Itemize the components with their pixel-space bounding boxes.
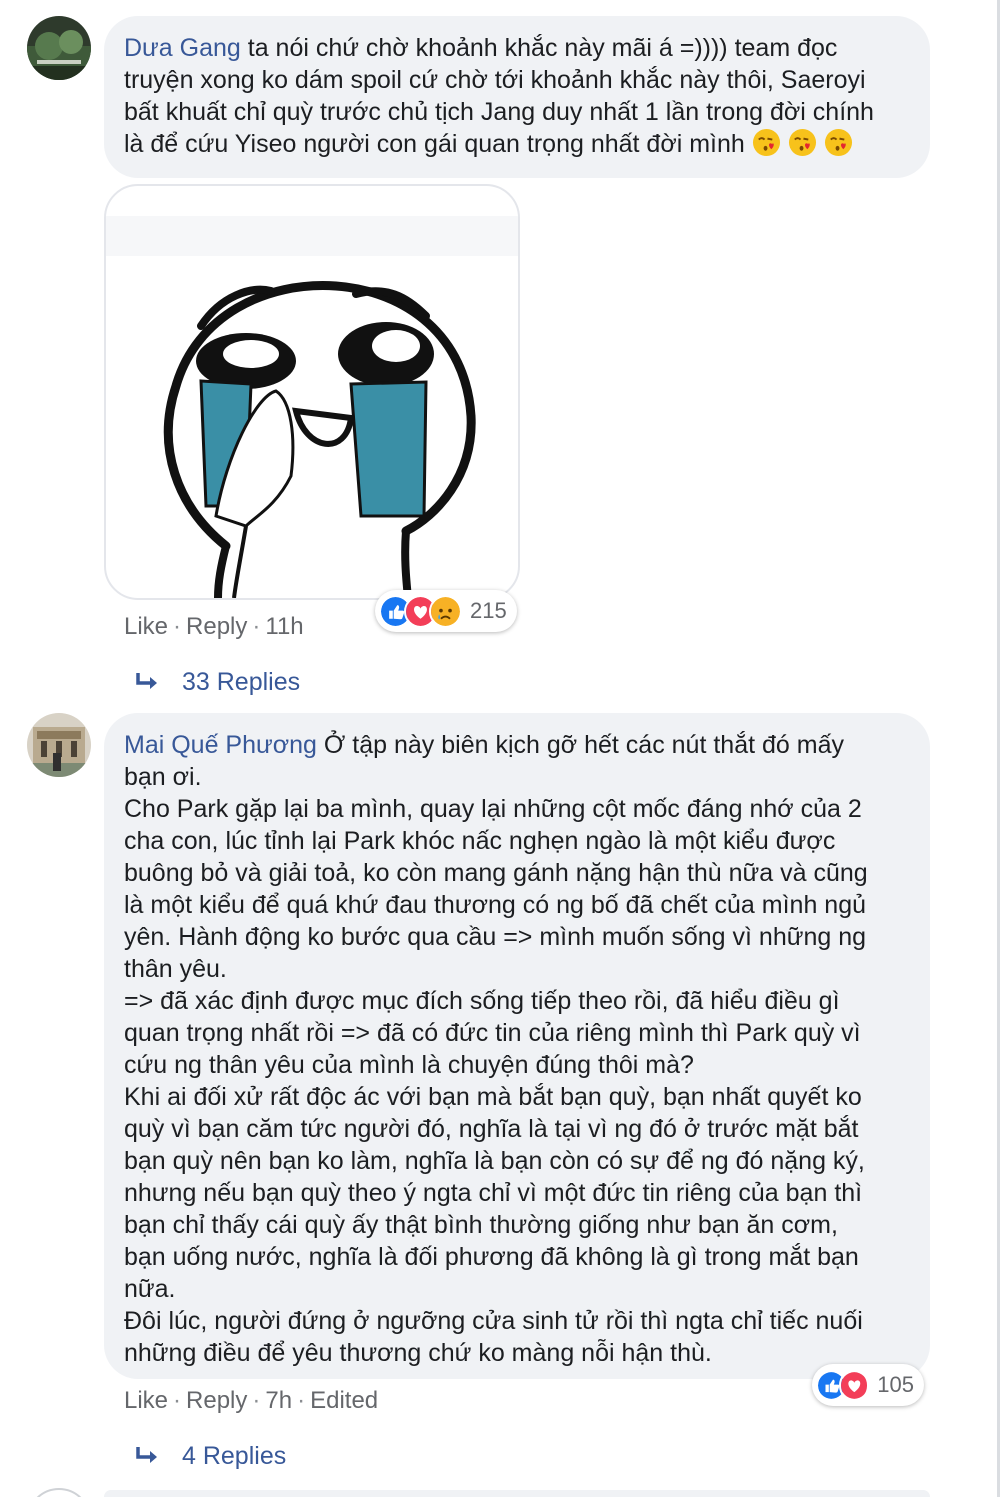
crying-sticker[interactable]: [104, 184, 520, 600]
like-link[interactable]: Like: [124, 1387, 168, 1414]
kissing-heart-emoji-icon: [824, 128, 852, 157]
crying-face-sticker-icon: [106, 216, 518, 598]
reaction-summary[interactable]: 105: [812, 1364, 924, 1406]
kissing-heart-emoji-icon: [788, 128, 816, 157]
love-reaction-icon: [838, 1368, 870, 1402]
next-comment-bubble-partial: [104, 1490, 930, 1497]
avatar-dua-gang[interactable]: [27, 16, 91, 80]
comment-actions: Like · Reply · 7h · Edited: [124, 1386, 378, 1416]
dot-separator: ·: [297, 1387, 306, 1414]
reply-arrow-icon: [136, 1447, 157, 1463]
comment-text: Mai Quế Phương Ở tập này biên kịch gỡ hế…: [124, 731, 868, 1367]
reaction-summary[interactable]: 215: [375, 590, 517, 632]
comment-actions: Like · Reply · 11h: [124, 612, 304, 642]
dot-separator: ·: [252, 1387, 261, 1414]
avatar-mai-que-phuong[interactable]: [27, 713, 91, 777]
comment-author-link[interactable]: Dưa Gang: [124, 34, 241, 62]
kissing-heart-emoji-icon: [752, 128, 780, 157]
reply-arrow-icon: [136, 673, 157, 689]
dot-separator: ·: [252, 613, 261, 640]
like-link[interactable]: Like: [124, 613, 168, 640]
comment-bubble: Mai Quế Phương Ở tập này biên kịch gỡ hế…: [104, 713, 930, 1379]
timestamp-link[interactable]: 7h: [265, 1387, 292, 1414]
comment-text: Dưa Gang ta nói chứ chờ khoảnh khắc này …: [124, 34, 874, 158]
emoji-group: [752, 128, 860, 158]
replies-count-label: 33 Replies: [182, 668, 301, 696]
dot-separator: ·: [173, 1387, 182, 1414]
timestamp-link[interactable]: 11h: [265, 613, 303, 640]
reaction-count: 215: [470, 598, 507, 623]
comment-author-link[interactable]: Mai Quế Phương: [124, 731, 317, 759]
dot-separator: ·: [173, 613, 182, 640]
reaction-count: 105: [877, 1372, 914, 1397]
edited-label[interactable]: Edited: [310, 1387, 378, 1414]
comment-bubble: Dưa Gang ta nói chứ chờ khoảnh khắc này …: [104, 16, 930, 178]
reply-link[interactable]: Reply: [186, 613, 247, 640]
next-comment-avatar-partial: [27, 1488, 91, 1497]
replies-count-label: 4 Replies: [182, 1442, 287, 1470]
view-replies-link[interactable]: 33 Replies: [134, 666, 300, 698]
sad-reaction-icon: [429, 594, 462, 628]
view-replies-link[interactable]: 4 Replies: [134, 1440, 286, 1472]
reply-link[interactable]: Reply: [186, 1387, 247, 1414]
